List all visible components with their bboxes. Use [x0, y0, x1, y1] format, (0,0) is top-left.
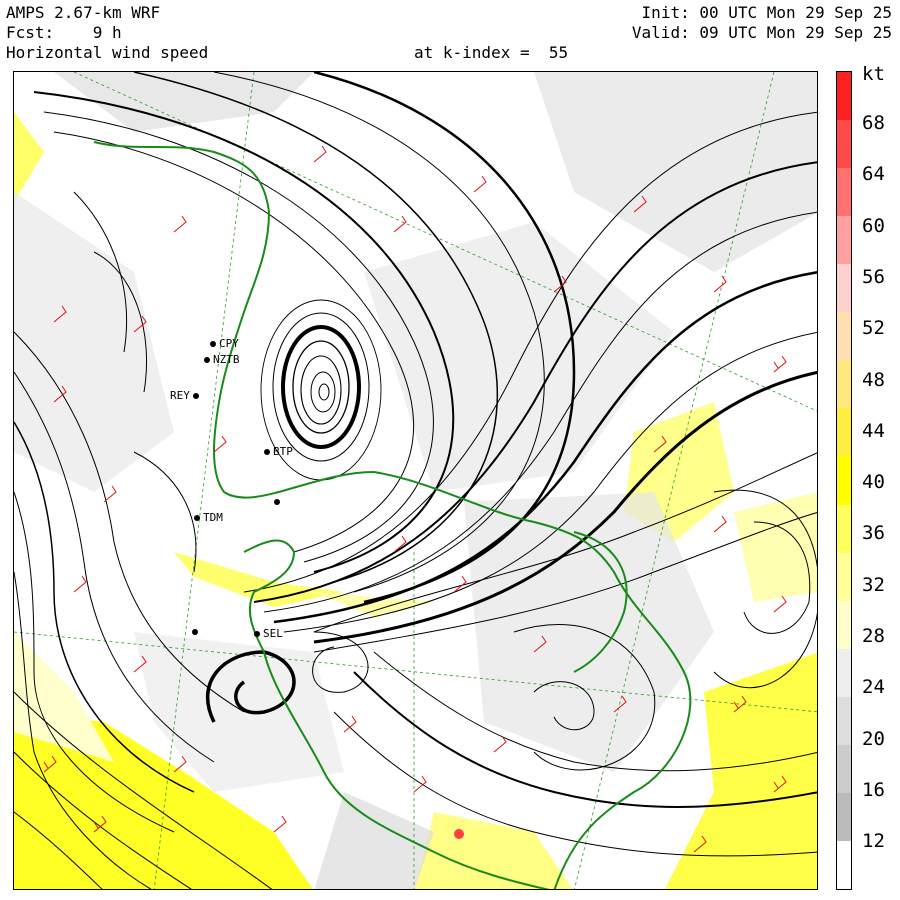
colorbar-segment: [837, 216, 851, 265]
valid-time: Valid: 09 UTC Mon 29 Sep 25: [631, 23, 892, 42]
colorbar-segment: [837, 72, 851, 121]
station-tdm: TDM: [194, 512, 223, 524]
colorbar-tick-label: 56: [862, 265, 885, 288]
station-cpy: CPY: [210, 338, 239, 350]
colorbar-tick-label: 60: [862, 214, 885, 237]
station-marker: [192, 626, 201, 638]
colorbar-segment: [837, 744, 851, 794]
colorbar-segment: [837, 408, 851, 457]
colorbar-tick-label: 12: [862, 830, 885, 853]
colorbar-tick-label: 40: [862, 471, 885, 494]
forecast-hour: Fcst: 9 h: [6, 23, 122, 42]
colorbar-segment: [837, 456, 851, 506]
colorbar-tick-label: 52: [862, 317, 885, 340]
colorbar-segment: [837, 168, 851, 217]
map-svg: [14, 72, 817, 889]
field-title: Horizontal wind speed: [6, 43, 209, 62]
colorbar-tick-label: 24: [862, 676, 885, 699]
colorbar-segment: [837, 312, 851, 361]
colorbar-segment: [837, 360, 851, 409]
wind-speed-map: CPY NZTB REY BTP TDM SEL: [13, 71, 818, 890]
colorbar-segment: [837, 264, 851, 313]
colorbar-segment: [837, 120, 851, 169]
level-label: at k-index = 55: [414, 43, 569, 62]
colorbar-tick-label: 64: [862, 163, 885, 186]
colorbar-tick-label: 32: [862, 573, 885, 596]
station-btp: BTP: [264, 446, 293, 458]
model-title: AMPS 2.67-km WRF: [6, 3, 161, 22]
colorbar-tick-label: 44: [862, 419, 885, 442]
colorbar-tick-label: 28: [862, 625, 885, 647]
station-nztb: NZTB: [204, 354, 240, 366]
colorbar-segment: [837, 504, 851, 554]
colorbar-segment: [837, 600, 851, 650]
colorbar-tick-label: 48: [862, 368, 885, 391]
colorbar-tick-label: 16: [862, 778, 885, 801]
colorbar-segment: [837, 696, 851, 746]
station-sel: SEL: [254, 628, 283, 640]
colorbar-segment: [837, 840, 851, 890]
colorbar-segment: [837, 648, 851, 698]
colorbar-tick-label: 20: [862, 727, 885, 750]
colorbar-segment: [837, 792, 851, 842]
colorbar-tick-label: 68: [862, 112, 885, 134]
station-marker: [274, 496, 283, 508]
wind-speed-colorbar: [836, 71, 852, 890]
wind-speed-shading: [14, 72, 817, 889]
colorbar-tick-label: 36: [862, 522, 885, 545]
station-rey: REY: [170, 390, 202, 402]
colorbar-segment: [837, 552, 851, 602]
colorbar-unit: kt: [862, 63, 885, 85]
init-time: Init: 00 UTC Mon 29 Sep 25: [641, 3, 892, 22]
